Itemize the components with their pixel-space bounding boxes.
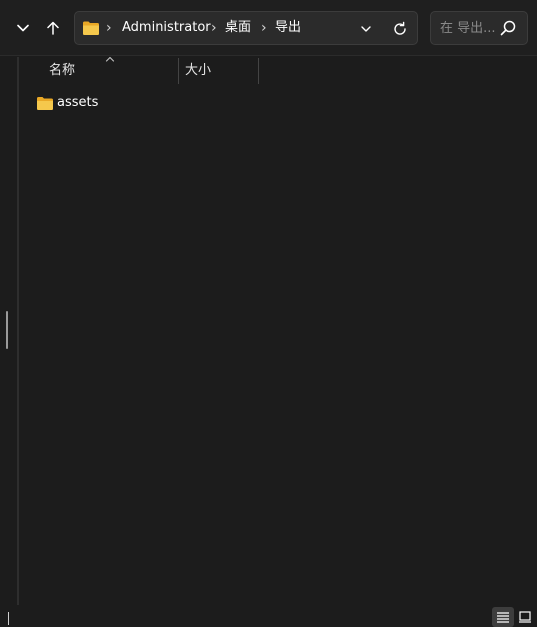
- column-divider[interactable]: [258, 58, 259, 84]
- breadcrumb-separator[interactable]: ›: [106, 19, 112, 37]
- column-header-name[interactable]: 名称: [49, 58, 75, 84]
- nav-pane-scrollbar[interactable]: [6, 311, 8, 349]
- breadcrumb-administrator[interactable]: Administrator: [122, 20, 211, 36]
- file-name: assets: [57, 95, 99, 110]
- search-icon[interactable]: [499, 19, 517, 37]
- sort-ascending-icon: [105, 56, 115, 62]
- recent-locations-button[interactable]: [10, 14, 36, 42]
- toolbar: › Administrator › 桌面 › 导出: [0, 0, 537, 56]
- up-button[interactable]: [40, 14, 66, 42]
- breadcrumb-export[interactable]: 导出: [275, 20, 301, 36]
- folder-icon: [83, 21, 99, 35]
- tiles-view-button[interactable]: [514, 607, 536, 627]
- chevron-down-icon: [17, 24, 29, 32]
- chevron-down-icon[interactable]: [358, 21, 374, 37]
- address-bar[interactable]: › Administrator › 桌面 › 导出: [74, 11, 418, 45]
- file-list-area[interactable]: [0, 57, 537, 605]
- list-item[interactable]: assets: [31, 92, 281, 114]
- column-divider[interactable]: [178, 58, 179, 84]
- column-header-size[interactable]: 大小: [185, 58, 211, 84]
- folder-icon: [37, 97, 53, 110]
- status-bar: [0, 605, 537, 627]
- search-box[interactable]: [430, 11, 528, 45]
- tiles-view-icon: [519, 611, 531, 623]
- breadcrumb-separator[interactable]: ›: [211, 19, 217, 37]
- nav-pane-divider[interactable]: [17, 57, 19, 605]
- breadcrumb-separator[interactable]: ›: [261, 19, 267, 37]
- details-view-button[interactable]: [492, 607, 514, 627]
- details-view-icon: [497, 612, 509, 623]
- search-input[interactable]: [440, 20, 496, 37]
- arrow-up-icon: [47, 21, 59, 35]
- refresh-icon[interactable]: [391, 20, 409, 38]
- status-indicator: [8, 612, 9, 625]
- breadcrumb-desktop[interactable]: 桌面: [225, 20, 251, 36]
